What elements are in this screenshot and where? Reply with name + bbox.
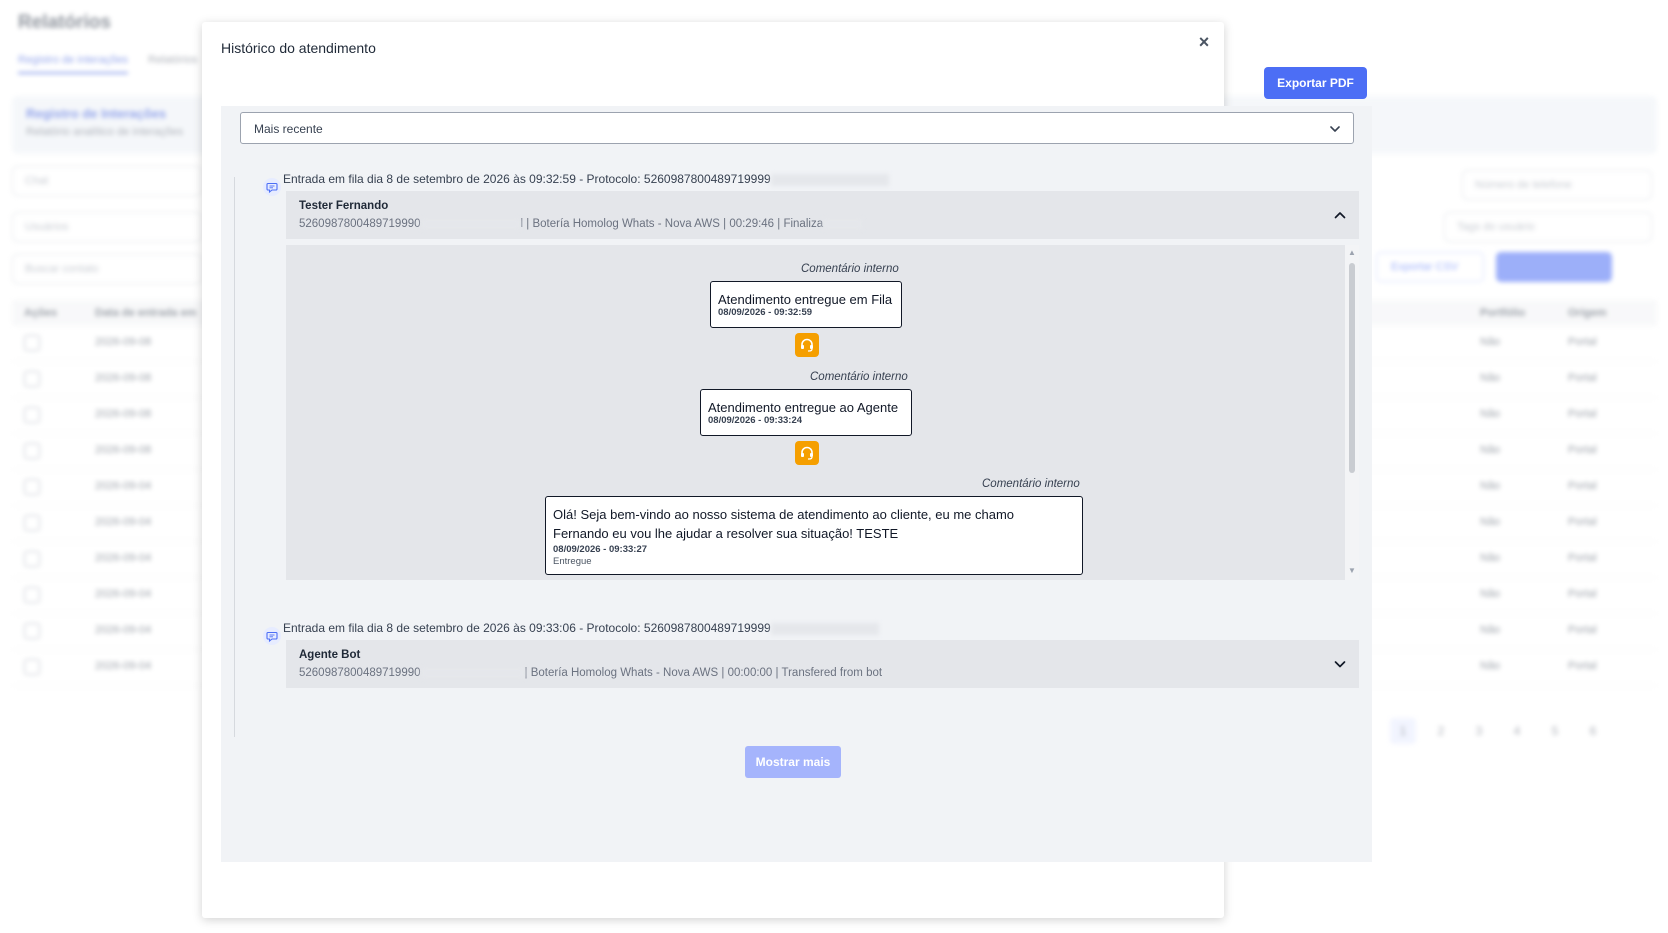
entry-card-expanded[interactable]: Tester Fernando 5260987800489719990 l | B…	[286, 191, 1359, 239]
primary-action-button[interactable]	[1496, 252, 1612, 282]
users-select[interactable]: Usuários	[12, 212, 202, 242]
timeline-line	[234, 177, 235, 737]
sort-order-select[interactable]: Mais recente	[240, 112, 1354, 144]
message-status: Entregue	[553, 556, 592, 567]
chat-icon	[263, 627, 281, 645]
page-button-2[interactable]: 2	[1428, 718, 1454, 744]
message-label: Comentário interno	[982, 478, 1080, 490]
chevron-up-icon[interactable]	[1333, 208, 1347, 222]
page-button-1[interactable]: 1	[1390, 718, 1416, 744]
message-label: Comentário interno	[810, 371, 908, 383]
export-csv-button[interactable]: Exportar CSV	[1376, 252, 1484, 282]
messages-scrollbar[interactable]: ▲ ▼	[1345, 245, 1359, 580]
chevron-down-icon[interactable]	[1333, 657, 1347, 671]
messages-area[interactable]: Comentário interno Atendimento entregue …	[286, 245, 1359, 580]
message-bubble: Atendimento entregue em Fila 08/09/2026 …	[710, 281, 902, 328]
message-label: Comentário interno	[801, 263, 899, 275]
page-button-3[interactable]: 3	[1466, 718, 1492, 744]
page-button-6[interactable]: 6	[1580, 718, 1606, 744]
show-more-button[interactable]: Mostrar mais	[745, 746, 841, 778]
entry-heading: Entrada em fila dia 8 de setembro de 202…	[283, 621, 879, 635]
sort-order-value: Mais recente	[254, 122, 323, 136]
message-bubble: Atendimento entregue ao Agente 08/09/202…	[700, 389, 912, 436]
entry-card-collapsed[interactable]: Agente Bot 5260987800489719990 | Botería …	[286, 640, 1359, 688]
message-text-line1: Olá! Seja bem-vindo ao nosso sistema de …	[553, 507, 1015, 522]
user-tags-select[interactable]: Tags do usuário	[1444, 212, 1652, 242]
message-time: 08/09/2026 - 09:33:27	[553, 544, 648, 555]
channel-select[interactable]: Chat	[12, 166, 202, 196]
tab-reports[interactable]: Relatórios	[148, 54, 198, 66]
entry-agent-name: Tester Fernando	[299, 200, 389, 212]
headset-icon	[795, 333, 819, 357]
tab-interaction-log[interactable]: Registro de interações	[18, 54, 129, 74]
entry-agent-name: Agente Bot	[299, 649, 361, 661]
col-portfolio: Portfólio	[1480, 307, 1526, 319]
chat-icon	[263, 178, 281, 196]
entry-meta: 5260987800489719990 l | Botería Homolog W…	[299, 218, 864, 230]
scroll-up-arrow-icon[interactable]: ▲	[1348, 249, 1356, 257]
message-bubble: Olá! Seja bem-vindo ao nosso sistema de …	[545, 496, 1083, 575]
phone-number-input[interactable]: Número de telefone	[1462, 170, 1652, 200]
page-button-4[interactable]: 4	[1504, 718, 1530, 744]
export-pdf-button[interactable]: Exportar PDF	[1264, 67, 1367, 99]
entry-meta: 5260987800489719990 | Botería Homolog Wha…	[299, 667, 883, 680]
message-text-line2: Fernando eu vou lhe ajudar a resolver su…	[553, 526, 899, 541]
page-button-5[interactable]: 5	[1542, 718, 1568, 744]
col-entry-date: Data de entrada em	[95, 307, 197, 319]
col-origin: Origem	[1568, 307, 1607, 319]
page-title: Relatórios	[18, 12, 111, 33]
close-icon[interactable]: ×	[1192, 30, 1216, 54]
chevron-down-icon	[1330, 126, 1340, 132]
scroll-down-arrow-icon[interactable]: ▼	[1348, 567, 1356, 575]
entry-heading: Entrada em fila dia 8 de setembro de 202…	[283, 172, 889, 186]
scroll-thumb[interactable]	[1349, 263, 1355, 473]
contact-search-input[interactable]: Buscar contato	[12, 254, 202, 284]
report-card-subtitle: Relatório analítico de interações	[26, 126, 184, 138]
report-card-title: Registro de Interações	[26, 106, 167, 121]
headset-icon	[795, 441, 819, 465]
col-actions: Ações	[24, 307, 58, 319]
modal-title: Histórico do atendimento	[221, 40, 376, 56]
